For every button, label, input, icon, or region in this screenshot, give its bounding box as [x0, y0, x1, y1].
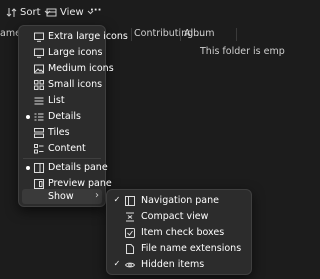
selected-dot-icon: [26, 115, 30, 119]
menu-divider: [23, 158, 101, 159]
details-icon: [34, 113, 44, 121]
menu-item-compact-view[interactable]: Compact view: [110, 209, 248, 224]
more-options-button[interactable]: ···: [90, 3, 101, 17]
menu-item-small-icons[interactable]: Small icons: [22, 77, 102, 92]
menu-item-medium-icons[interactable]: Medium icons: [22, 61, 114, 76]
menu-item-list[interactable]: List: [22, 93, 102, 108]
selected-dot-icon: [26, 166, 30, 170]
menu-item-content[interactable]: Content: [22, 141, 102, 156]
menu-item-show[interactable]: Show ›: [22, 189, 102, 204]
menu-item-tiles[interactable]: Tiles: [22, 125, 102, 140]
tiles-icon: [34, 128, 44, 138]
compact-view-icon: [126, 212, 134, 222]
file-icon: [126, 244, 134, 254]
view-menu: Extra large icons Large icons Medium ico…: [18, 25, 128, 207]
navigation-pane-icon: [125, 196, 135, 206]
image-icon: [34, 64, 44, 74]
column-divider[interactable]: [180, 28, 181, 41]
view-button[interactable]: View: [46, 5, 94, 19]
menu-item-hidden-items[interactable]: ✓ Hidden items: [110, 257, 248, 272]
column-divider[interactable]: [131, 28, 132, 41]
menu-item-item-check-boxes[interactable]: Item check boxes: [110, 225, 248, 240]
menu-item-details[interactable]: Details: [22, 109, 102, 124]
eye-icon: [125, 262, 135, 268]
column-header-album[interactable]: Album: [184, 28, 214, 39]
sort-button[interactable]: Sort: [6, 5, 51, 19]
menu-item-file-name-extensions[interactable]: File name extensions: [110, 241, 248, 256]
monitor-icon: [34, 48, 44, 58]
checkmark-icon: ✓: [113, 259, 121, 268]
checkmark-icon: ✓: [113, 195, 121, 204]
grid-icon: [34, 80, 44, 90]
sort-label: Sort: [20, 6, 41, 18]
command-bar: Sort View ···: [0, 0, 250, 24]
empty-folder-message: This folder is emp: [200, 46, 285, 57]
monitor-icon: [34, 32, 44, 42]
content-icon: [34, 144, 44, 154]
menu-item-navigation-pane[interactable]: ✓ Navigation pane: [110, 193, 248, 208]
more-label: ···: [90, 4, 102, 16]
preview-pane-icon: [34, 179, 44, 189]
menu-item-large-icons[interactable]: Large icons: [22, 45, 102, 60]
sort-icon: [6, 7, 17, 17]
show-submenu: ✓ Navigation pane Compact view Item chec…: [106, 189, 252, 275]
menu-item-details-pane[interactable]: Details pane: [22, 160, 108, 175]
details-pane-icon: [34, 163, 44, 173]
column-divider[interactable]: [236, 28, 237, 41]
chevron-right-icon: ›: [95, 190, 99, 201]
menu-item-extra-large-icons[interactable]: Extra large icons: [22, 29, 128, 44]
view-label: View: [60, 6, 84, 18]
list-icon: [34, 97, 44, 105]
view-icon: [46, 8, 57, 16]
checkbox-icon: [125, 228, 135, 238]
